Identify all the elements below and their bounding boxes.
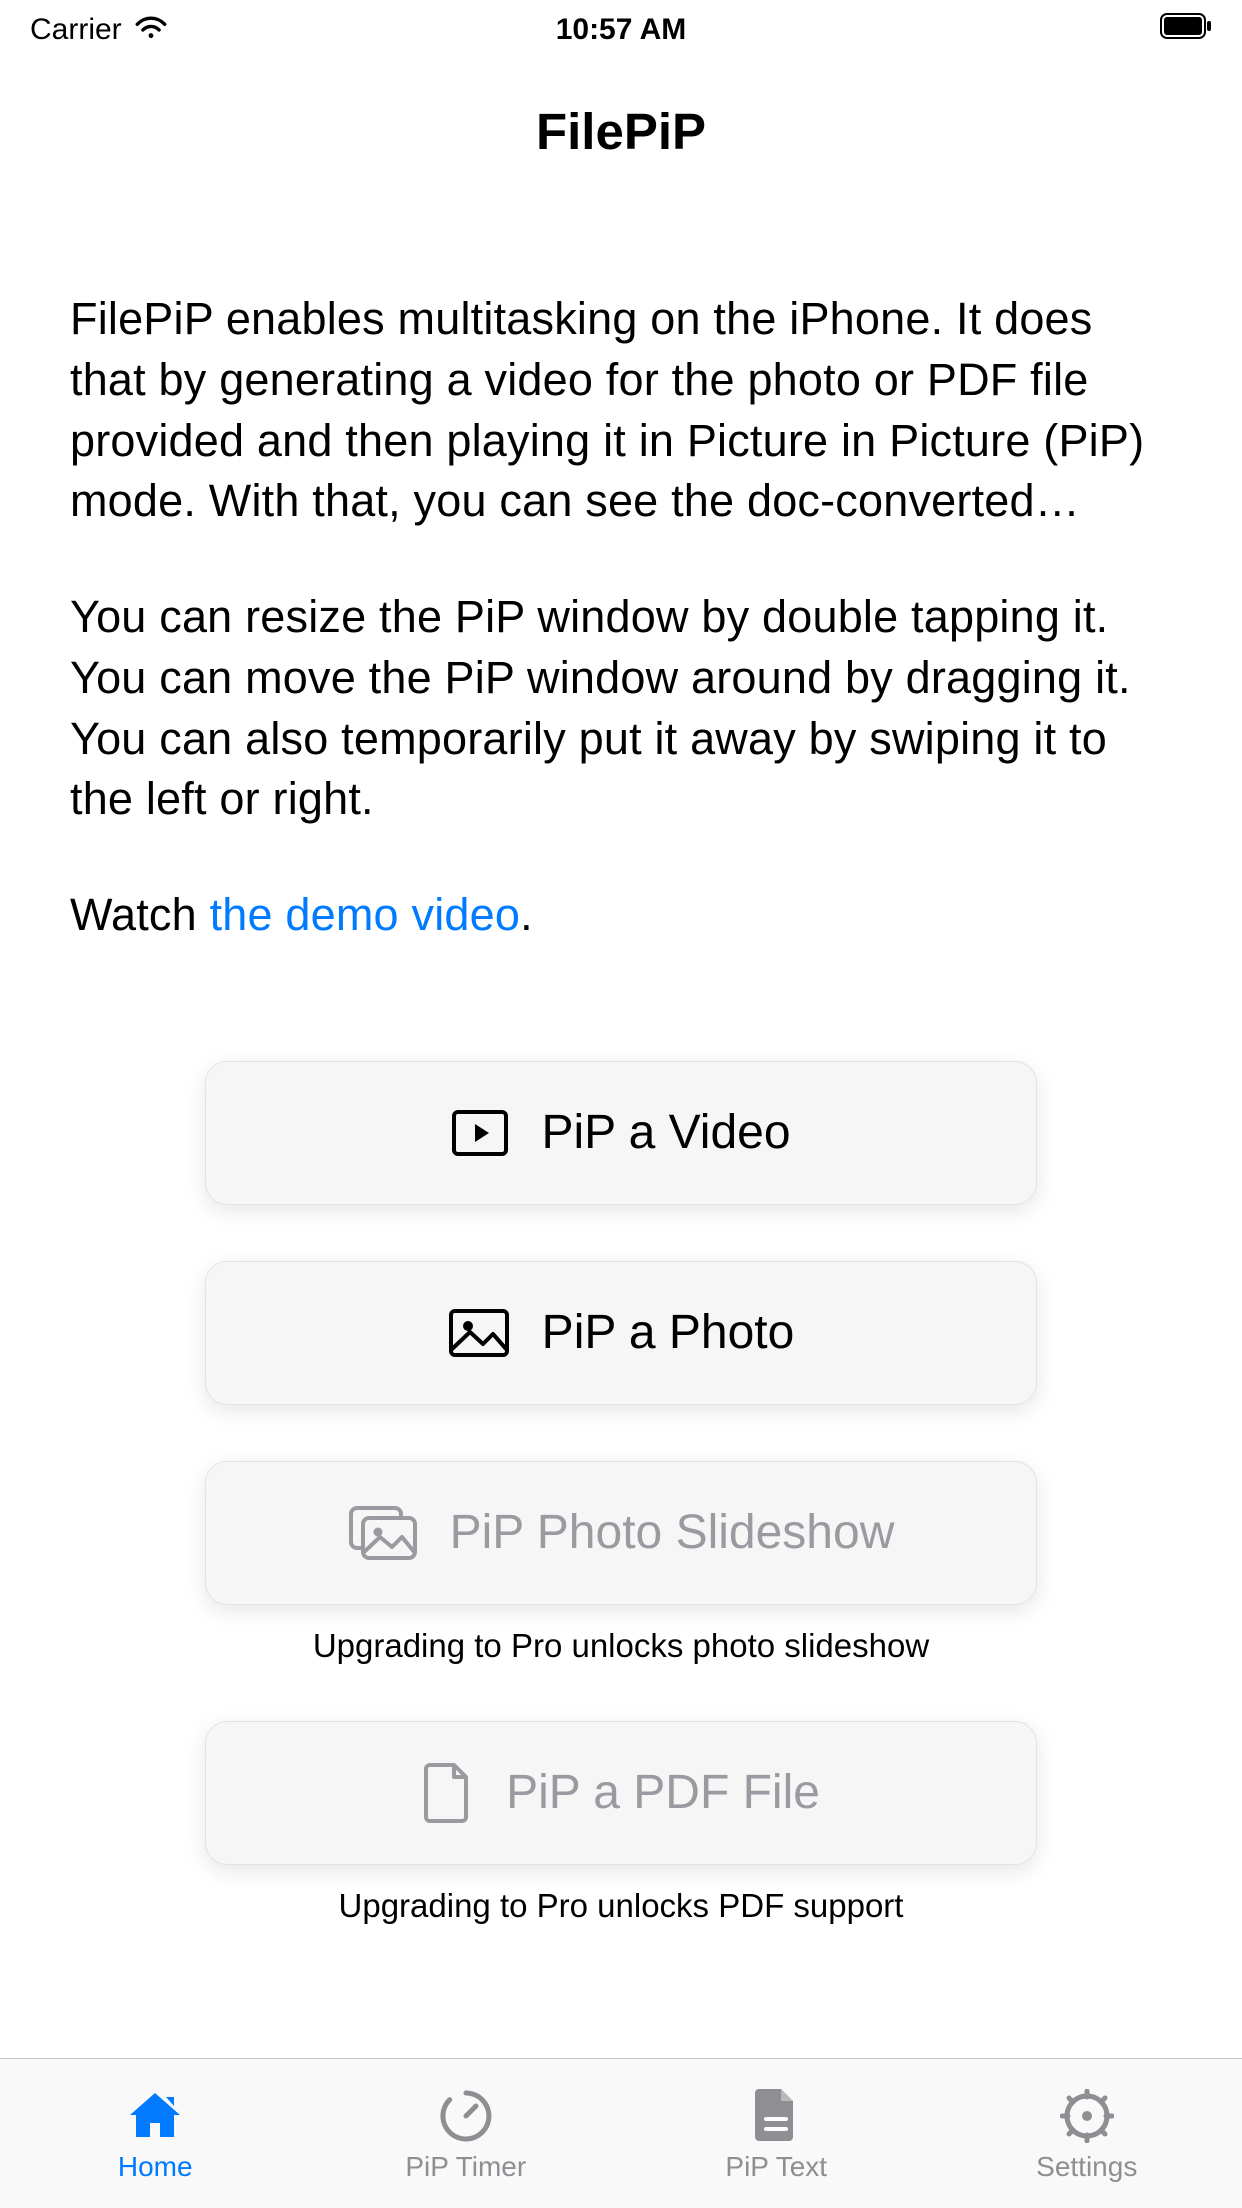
pip-photo-button[interactable]: PiP a Photo [205,1261,1037,1405]
intro-paragraph-3: Watch the demo video. [70,885,1172,946]
tab-settings[interactable]: Settings [932,2059,1242,2208]
pip-video-button[interactable]: PiP a Video [205,1061,1037,1205]
document-icon [422,1762,474,1824]
timer-icon [439,2085,493,2143]
pip-slideshow-caption: Upgrading to Pro unlocks photo slideshow [313,1627,929,1665]
carrier-label: Carrier [30,13,122,47]
photo-icon [448,1308,510,1358]
video-icon [451,1109,509,1157]
pip-slideshow-label: PiP Photo Slideshow [450,1505,895,1560]
tab-home-label: Home [118,2151,193,2183]
tab-pip-timer-label: PiP Timer [405,2151,526,2183]
pip-pdf-label: PiP a PDF File [506,1765,820,1820]
tab-bar: Home PiP Timer PiP Text [0,2058,1242,2208]
tab-pip-text-label: PiP Text [725,2151,827,2183]
tab-settings-label: Settings [1036,2151,1137,2183]
home-icon [126,2085,184,2143]
intro-p3-post: . [520,889,533,940]
pip-slideshow-button[interactable]: PiP Photo Slideshow [205,1461,1037,1605]
status-time: 10:57 AM [556,13,687,47]
intro-paragraph-1: FilePiP enables multitasking on the iPho… [70,289,1172,532]
battery-icon [1160,13,1212,47]
intro-paragraph-2: You can resize the PiP window by double … [70,587,1172,830]
intro-section: FilePiP enables multitasking on the iPho… [0,289,1242,946]
tab-home[interactable]: Home [0,2059,311,2208]
gear-icon [1060,2085,1114,2143]
pip-video-label: PiP a Video [541,1105,790,1160]
slideshow-icon [348,1505,418,1561]
status-right [1160,13,1212,47]
wifi-icon [134,13,168,47]
action-buttons: PiP a Video PiP a Photo [0,1061,1242,1925]
tab-pip-timer[interactable]: PiP Timer [311,2059,622,2208]
tab-pip-text[interactable]: PiP Text [621,2059,932,2208]
text-document-icon [753,2085,799,2143]
pip-pdf-caption: Upgrading to Pro unlocks PDF support [339,1887,904,1925]
status-bar: Carrier 10:57 AM [0,0,1242,60]
intro-p3-pre: Watch [70,889,210,940]
status-left: Carrier [30,13,168,47]
pip-pdf-button[interactable]: PiP a PDF File [205,1721,1037,1865]
pip-photo-label: PiP a Photo [542,1305,795,1360]
demo-video-link[interactable]: the demo video [210,889,521,940]
page-title: FilePiP [0,102,1242,161]
